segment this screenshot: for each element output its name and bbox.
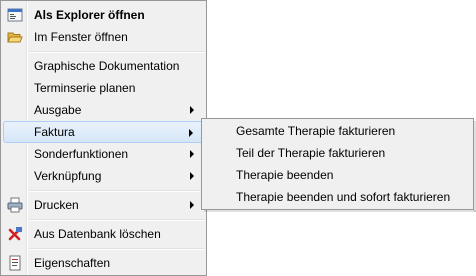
menu-separator xyxy=(29,219,204,221)
menu-item-sonderfunktionen[interactable]: Sonderfunktionen xyxy=(3,143,204,165)
menu-item-drucken[interactable]: Drucken xyxy=(3,194,204,216)
printer-icon xyxy=(7,197,23,213)
menu-item-label: Faktura xyxy=(34,125,75,139)
submenu-item-therapie-beenden[interactable]: Therapie beenden xyxy=(204,164,471,186)
menu-item-label: Eigenschaften xyxy=(34,256,111,270)
menu-item-ausgabe[interactable]: Ausgabe xyxy=(3,99,204,121)
menu-item-als-explorer-oeffnen[interactable]: Als Explorer öffnen xyxy=(3,4,204,26)
menu-separator xyxy=(29,248,204,250)
submenu-item-gesamte-therapie-fakturieren[interactable]: Gesamte Therapie fakturieren xyxy=(204,120,471,142)
menu-item-label: Terminserie planen xyxy=(34,81,136,95)
menu-item-eigenschaften[interactable]: Eigenschaften xyxy=(3,252,204,274)
menu-item-label: Teil der Therapie fakturieren xyxy=(236,146,386,160)
menu-item-aus-datenbank-loeschen[interactable]: Aus Datenbank löschen xyxy=(3,223,204,245)
menu-item-label: Therapie beenden und sofort fakturieren xyxy=(236,190,451,204)
menu-separator xyxy=(29,51,204,53)
menu-item-label: Sonderfunktionen xyxy=(34,147,129,161)
menu-item-graphische-dokumentation[interactable]: Graphische Dokumentation xyxy=(3,55,204,77)
faktura-submenu: Gesamte Therapie fakturieren Teil der Th… xyxy=(201,118,474,210)
submenu-item-teil-der-therapie-fakturieren[interactable]: Teil der Therapie fakturieren xyxy=(204,142,471,164)
menu-item-label: Ausgabe xyxy=(34,103,82,117)
submenu-arrow-icon xyxy=(190,106,194,114)
submenu-shadow xyxy=(204,210,476,212)
menu-item-terminserie-planen[interactable]: Terminserie planen xyxy=(3,77,204,99)
menu-item-label: Drucken xyxy=(34,198,79,212)
menu-item-faktura[interactable]: Faktura xyxy=(3,121,204,143)
menu-item-label: Graphische Dokumentation xyxy=(34,59,180,73)
menu-item-label: Gesamte Therapie fakturieren xyxy=(236,124,396,138)
submenu-arrow-icon xyxy=(190,172,194,180)
menu-item-label: Aus Datenbank löschen xyxy=(34,227,161,241)
menu-item-label: Als Explorer öffnen xyxy=(34,8,145,22)
submenu-arrow-icon xyxy=(189,129,193,137)
menu-item-label: Verknüpfung xyxy=(34,169,102,183)
menu-item-label: Therapie beenden xyxy=(236,168,334,182)
menu-item-label: Im Fenster öffnen xyxy=(34,30,128,44)
menu-item-verknuepfung[interactable]: Verknüpfung xyxy=(3,165,204,187)
submenu-item-therapie-beenden-und-sofort-fakturieren[interactable]: Therapie beenden und sofort fakturieren xyxy=(204,186,471,208)
menu-separator xyxy=(29,190,204,192)
submenu-arrow-icon xyxy=(190,150,194,158)
delete-icon xyxy=(7,226,23,242)
explorer-icon xyxy=(7,7,23,23)
folder-open-icon xyxy=(7,29,23,45)
context-menu: Als Explorer öffnen Im Fenster öffnen Gr… xyxy=(0,0,207,276)
properties-icon xyxy=(7,255,23,271)
submenu-arrow-icon xyxy=(190,201,194,209)
menu-item-im-fenster-oeffnen[interactable]: Im Fenster öffnen xyxy=(3,26,204,48)
